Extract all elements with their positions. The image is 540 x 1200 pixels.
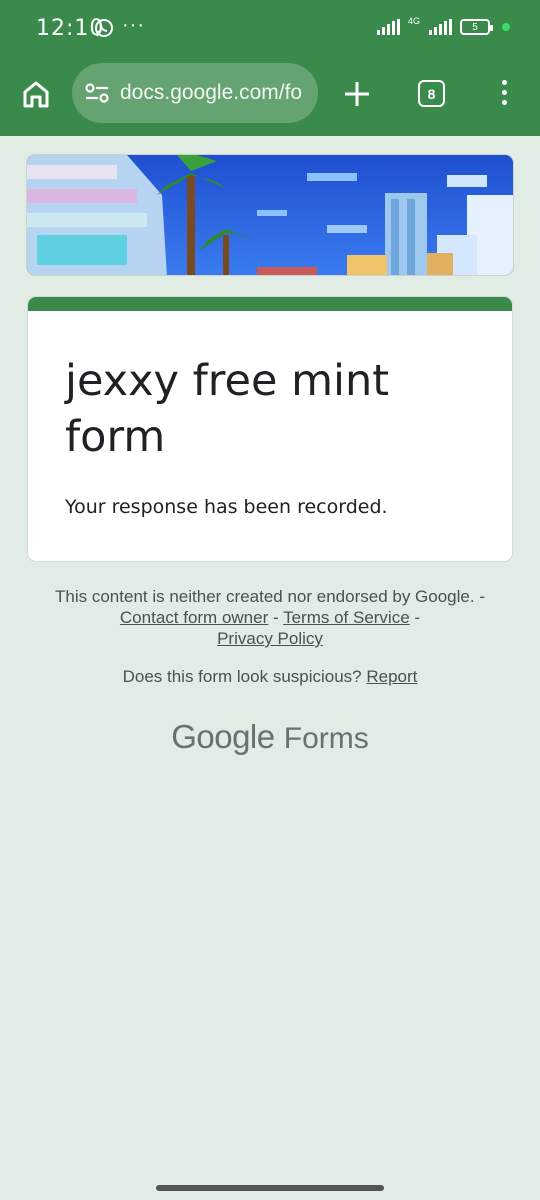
- suspicious-text: Does this form look suspicious?: [122, 667, 362, 686]
- report-abuse-line: Does this form look suspicious? Report: [40, 667, 500, 687]
- form-title: jexxy free mint form: [65, 356, 390, 462]
- plus-icon[interactable]: [341, 78, 373, 110]
- signal-icon: [376, 19, 400, 35]
- footer-disclaimer: This content is neither created nor endo…: [40, 586, 500, 649]
- contact-form-owner-link[interactable]: Contact form owner: [120, 608, 268, 627]
- google-forms-logo[interactable]: Google Forms: [0, 718, 540, 756]
- confirmation-message: Your response has been recorded.: [65, 496, 388, 518]
- form-header-image: [26, 154, 514, 276]
- battery-icon: 5: [460, 19, 493, 35]
- status-more-icon: ···: [122, 14, 145, 36]
- status-indicators: 4G 5: [376, 15, 510, 35]
- status-bar: 12:10 ··· 4G 5: [0, 0, 540, 58]
- home-icon[interactable]: [20, 78, 52, 110]
- privacy-policy-link[interactable]: Privacy Policy: [217, 629, 323, 648]
- site-settings-icon[interactable]: [84, 80, 110, 106]
- terms-of-service-link[interactable]: Terms of Service: [283, 608, 410, 627]
- privacy-indicator-dot: [502, 23, 510, 31]
- network-type-label: 4G: [407, 15, 420, 26]
- separator: -: [272, 608, 279, 627]
- logo-google-text: Google: [171, 718, 275, 755]
- card-accent-bar: [28, 297, 512, 311]
- signal-icon-2: [429, 19, 452, 35]
- report-link[interactable]: Report: [366, 667, 417, 686]
- logo-forms-text: Forms: [283, 722, 369, 755]
- battery-level: 5: [472, 21, 478, 33]
- browser-toolbar: docs.google.com/fo 8: [0, 58, 540, 136]
- tab-count: 8: [427, 85, 436, 102]
- tabs-icon[interactable]: 8: [418, 80, 445, 107]
- whatsapp-icon: [95, 19, 113, 37]
- confirmation-card: jexxy free mint form Your response has b…: [27, 296, 513, 562]
- gesture-home-indicator[interactable]: [156, 1185, 384, 1191]
- disclaimer-text: This content is neither created nor endo…: [55, 587, 485, 606]
- url-text[interactable]: docs.google.com/fo: [120, 81, 302, 105]
- address-bar[interactable]: docs.google.com/fo: [72, 63, 318, 123]
- separator: -: [414, 608, 421, 627]
- menu-icon[interactable]: [499, 80, 509, 108]
